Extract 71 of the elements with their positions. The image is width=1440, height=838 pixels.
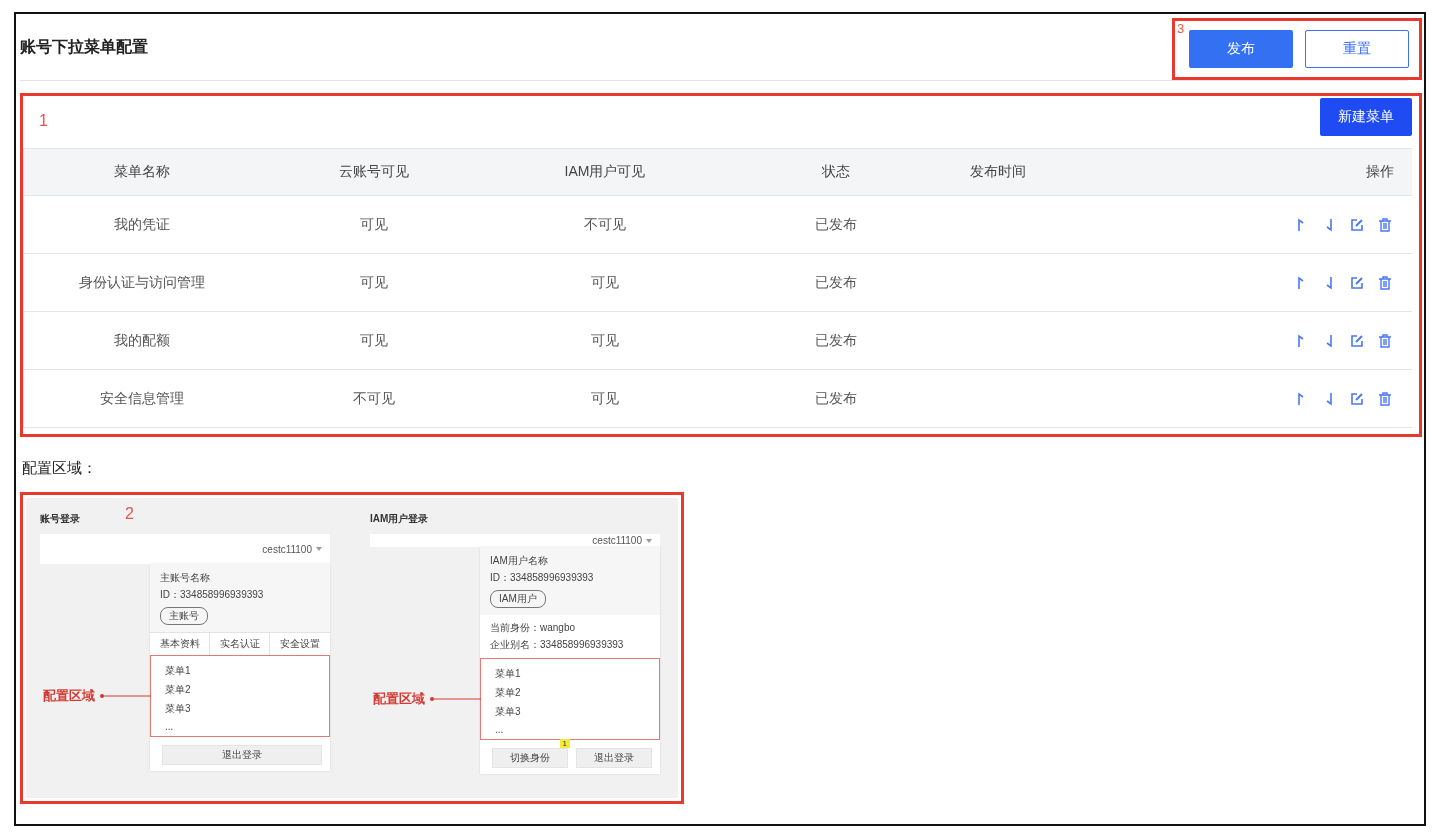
user-tag: IAM用户 — [490, 590, 546, 608]
table-cell-text: 可见 — [590, 273, 620, 292]
user-tag: 主账号 — [160, 607, 208, 625]
caret-icon[interactable] — [316, 547, 322, 551]
annotation-number: 2 — [125, 505, 134, 523]
leader-line — [429, 696, 481, 702]
card-button[interactable]: 退出登录 — [576, 748, 652, 768]
user-id: ID：334858996939393 — [490, 571, 594, 585]
panel-title: IAM用户登录 — [370, 512, 429, 526]
edit-icon[interactable] — [1350, 333, 1364, 348]
table-cell-text: 已发布 — [814, 273, 858, 292]
table-cell-text: 可见 — [590, 389, 620, 408]
menu-item[interactable]: 菜单2 — [165, 683, 315, 697]
table-cell-text: 安全信息管理 — [99, 389, 185, 408]
table-cell-text: 已发布 — [814, 331, 858, 350]
table-cell-text: 可见 — [359, 273, 389, 292]
reset-button[interactable]: 重置 — [1305, 30, 1409, 68]
menu-item[interactable]: ... — [495, 724, 645, 735]
delete-icon[interactable] — [1378, 333, 1392, 348]
count-badge: 1 — [559, 739, 570, 748]
menu-item[interactable]: 菜单2 — [495, 686, 645, 700]
user-name: IAM用户名称 — [490, 554, 548, 568]
edit-icon[interactable] — [1350, 391, 1364, 406]
panel-title: 账号登录 — [40, 512, 80, 526]
table-cell-text: 不可见 — [583, 215, 627, 234]
table-cell-text: 我的配额 — [113, 331, 171, 350]
edit-icon[interactable] — [1350, 217, 1364, 232]
column-header: 状态 — [821, 163, 851, 181]
menu-item[interactable]: 菜单1 — [165, 664, 315, 678]
page-title: 账号下拉菜单配置 — [20, 36, 148, 57]
annotation-number: 1 — [39, 112, 48, 130]
card-button[interactable]: 切换身份 — [492, 748, 568, 768]
publish-button[interactable]: 发布 — [1189, 30, 1293, 68]
callout-label: 配置区域 — [373, 690, 425, 708]
table-cell-text: 可见 — [590, 331, 620, 350]
column-header: 菜单名称 — [113, 163, 171, 181]
table-cell-text: 可见 — [359, 215, 389, 234]
user-id: ID：334858996939393 — [160, 588, 264, 602]
card-button[interactable]: 退出登录 — [162, 745, 322, 765]
caret-icon[interactable] — [646, 538, 652, 543]
menu-item[interactable]: ... — [165, 721, 315, 732]
new-menu-button[interactable]: 新建菜单 — [1320, 98, 1412, 136]
delete-icon[interactable] — [1378, 275, 1392, 290]
table-cell-text: 已发布 — [814, 215, 858, 234]
delete-icon[interactable] — [1378, 391, 1392, 406]
card-tab[interactable]: 安全设置 — [270, 633, 330, 655]
table-cell-text: 身份认证与访问管理 — [78, 273, 206, 292]
info-line: 企业别名：334858996939393 — [490, 638, 625, 652]
table-cell-text: 我的凭证 — [113, 215, 171, 234]
table-cell-text: 可见 — [359, 331, 389, 350]
info-line: 当前身份：wangbo — [490, 621, 577, 635]
column-header: 发布时间 — [969, 163, 1027, 181]
column-header: 操作 — [1365, 163, 1395, 181]
card-tab[interactable]: 实名认证 — [210, 633, 270, 655]
delete-icon[interactable] — [1378, 217, 1392, 232]
column-header: 云账号可见 — [338, 163, 410, 181]
account-dropdown[interactable]: cestc11100 — [40, 534, 330, 564]
edit-icon[interactable] — [1350, 275, 1364, 290]
annotation-number: 3 — [1177, 21, 1185, 36]
section-label: 配置区域： — [22, 459, 98, 478]
menu-item[interactable]: 菜单1 — [495, 667, 645, 681]
menu-item[interactable]: 菜单3 — [165, 702, 315, 716]
callout-label: 配置区域 — [43, 687, 95, 705]
table-cell-text: 不可见 — [352, 389, 396, 408]
card-tab[interactable]: 基本资料 — [150, 633, 210, 655]
menu-item[interactable]: 菜单3 — [495, 705, 645, 719]
column-header: IAM用户可见 — [563, 163, 647, 181]
leader-line — [99, 693, 151, 699]
user-name: 主账号名称 — [160, 571, 210, 585]
account-dropdown[interactable]: cestc11100 — [370, 534, 660, 547]
table-cell-text: 已发布 — [814, 389, 858, 408]
